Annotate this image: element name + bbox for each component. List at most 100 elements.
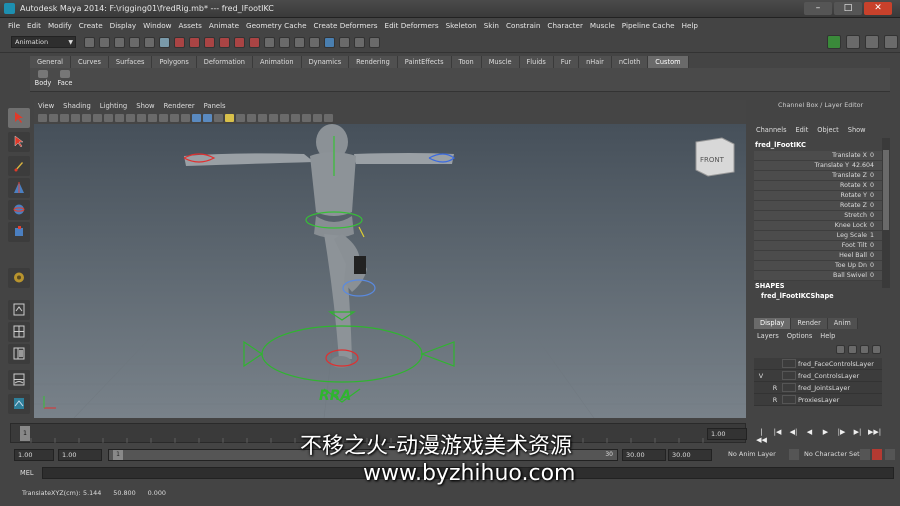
tool-settings-icon[interactable]: [865, 35, 879, 49]
attr-value[interactable]: 0: [870, 211, 874, 220]
mask-deform-icon[interactable]: [234, 37, 245, 48]
anim-layer-label[interactable]: No Anim Layer: [728, 450, 776, 458]
step-back-frame-button[interactable]: ◀|: [788, 428, 799, 444]
start-time-field[interactable]: 1.00: [14, 449, 54, 461]
attribute-editor-icon[interactable]: [846, 35, 860, 49]
menu-set-dropdown[interactable]: Animation ▼: [11, 36, 76, 48]
image-plane-icon[interactable]: [71, 114, 80, 122]
camera-attributes-icon[interactable]: [49, 114, 58, 122]
new-layer-from-selection-icon[interactable]: [872, 345, 881, 354]
attr-value[interactable]: 0: [870, 151, 874, 160]
viewport-persp[interactable]: RRA FRONT: [34, 124, 746, 418]
panel-menu-show[interactable]: Show: [136, 102, 154, 110]
preferences-icon[interactable]: [885, 449, 895, 460]
le-menu-layers[interactable]: Layers: [757, 332, 779, 340]
attr-row[interactable]: Foot Tilt 0: [754, 241, 882, 251]
attr-value[interactable]: 0: [870, 251, 874, 260]
layer-row[interactable]: Rfred_JointsLayer: [754, 382, 882, 394]
xray-icon[interactable]: [302, 114, 311, 122]
shelf-tab-rendering[interactable]: Rendering: [349, 56, 398, 68]
shelf-tab-animation[interactable]: Animation: [252, 56, 302, 68]
mask-curve-icon[interactable]: [204, 37, 215, 48]
attr-value[interactable]: 0: [870, 261, 874, 270]
attr-row[interactable]: Knee Lock 0: [754, 221, 882, 231]
attr-row[interactable]: Rotate Y0: [754, 191, 882, 201]
step-forward-frame-button[interactable]: |▶: [836, 428, 847, 444]
select-object-icon[interactable]: [144, 37, 155, 48]
paint-select-tool[interactable]: [8, 156, 30, 176]
tab-display[interactable]: Display: [754, 318, 792, 329]
new-layer-icon[interactable]: [860, 345, 869, 354]
le-menu-help[interactable]: Help: [820, 332, 835, 340]
motion-blur-icon[interactable]: [258, 114, 267, 122]
select-component-icon[interactable]: [159, 37, 170, 48]
move-layer-down-icon[interactable]: [848, 345, 857, 354]
shelf-tab-curves[interactable]: Curves: [71, 56, 109, 68]
shelf-tab-dynamics[interactable]: Dynamics: [301, 56, 350, 68]
anim-layer-dropdown[interactable]: [789, 449, 799, 460]
auto-key-icon[interactable]: [872, 449, 882, 460]
layer-color-swatch[interactable]: [782, 395, 796, 404]
menu-skin[interactable]: Skin: [484, 21, 499, 30]
use-all-lights-icon[interactable]: [225, 114, 234, 122]
save-scene-icon[interactable]: [114, 37, 125, 48]
menu-pipeline-cache[interactable]: Pipeline Cache: [622, 21, 675, 30]
attr-row[interactable]: Toe Up Dn 0: [754, 261, 882, 271]
grid-icon[interactable]: [104, 114, 113, 122]
cb-menu-show[interactable]: Show: [848, 126, 866, 134]
menu-skeleton[interactable]: Skeleton: [446, 21, 477, 30]
menu-constrain[interactable]: Constrain: [506, 21, 540, 30]
textured-icon[interactable]: [214, 114, 223, 122]
layer-row[interactable]: R ProxiesLayer: [754, 394, 882, 406]
shadows-icon[interactable]: [236, 114, 245, 122]
layout-single-button[interactable]: [8, 300, 30, 320]
film-gate-icon[interactable]: [115, 114, 124, 122]
layout-side-button[interactable]: [8, 344, 30, 364]
cb-menu-object[interactable]: Object: [817, 126, 838, 134]
menu-window[interactable]: Window: [143, 21, 171, 30]
attr-value[interactable]: 0: [870, 191, 874, 200]
select-camera-icon[interactable]: [38, 114, 47, 122]
gate-mask-icon[interactable]: [137, 114, 146, 122]
shelf-tab-ncloth[interactable]: nCloth: [611, 56, 649, 68]
select-hierarchy-icon[interactable]: [129, 37, 140, 48]
history-icon[interactable]: [324, 37, 335, 48]
isolate-select-icon[interactable]: [291, 114, 300, 122]
panel-menu-panels[interactable]: Panels: [204, 102, 226, 110]
attr-row[interactable]: Stretch 0: [754, 211, 882, 221]
layout-outliner-button[interactable]: [8, 394, 30, 414]
playback-start-field[interactable]: 1.00: [58, 449, 102, 461]
resolution-gate-icon[interactable]: [126, 114, 135, 122]
bookmarks-icon[interactable]: [60, 114, 69, 122]
safe-title-icon[interactable]: [170, 114, 179, 122]
mask-handle-icon[interactable]: [174, 37, 185, 48]
xray-joints-icon[interactable]: [313, 114, 322, 122]
wireframe-icon[interactable]: [181, 114, 190, 122]
open-scene-icon[interactable]: [99, 37, 110, 48]
menu-edit-deformers[interactable]: Edit Deformers: [385, 21, 439, 30]
command-input[interactable]: [42, 467, 894, 479]
panel-menu-renderer[interactable]: Renderer: [164, 102, 195, 110]
move-tool[interactable]: [8, 178, 30, 198]
menu-animate[interactable]: Animate: [209, 21, 239, 30]
field-chart-icon[interactable]: [148, 114, 157, 122]
shelf-tab-painteffects[interactable]: PaintEffects: [397, 56, 452, 68]
attr-value[interactable]: 0: [870, 241, 874, 250]
render-icon[interactable]: [339, 37, 350, 48]
snap-grid-icon[interactable]: [264, 37, 275, 48]
attr-row[interactable]: Rotate X0: [754, 181, 882, 191]
mask-surface-icon[interactable]: [219, 37, 230, 48]
character-set-label[interactable]: No Character Set: [804, 450, 860, 458]
menu-create[interactable]: Create: [79, 21, 103, 30]
xray-components-icon[interactable]: [324, 114, 333, 122]
cb-menu-channels[interactable]: Channels: [756, 126, 787, 134]
end-time-field[interactable]: 30.00: [668, 449, 712, 461]
cb-menu-edit[interactable]: Edit: [796, 126, 809, 134]
layer-color-swatch[interactable]: [782, 371, 796, 380]
screen-space-ao-icon[interactable]: [247, 114, 256, 122]
tab-anim[interactable]: Anim: [827, 318, 858, 329]
attr-row[interactable]: Ball Swivel 0: [754, 271, 882, 281]
2d-pan-zoom-icon[interactable]: [82, 114, 91, 122]
layer-type[interactable]: R: [768, 384, 782, 392]
channel-box-scrollbar[interactable]: [882, 138, 890, 288]
